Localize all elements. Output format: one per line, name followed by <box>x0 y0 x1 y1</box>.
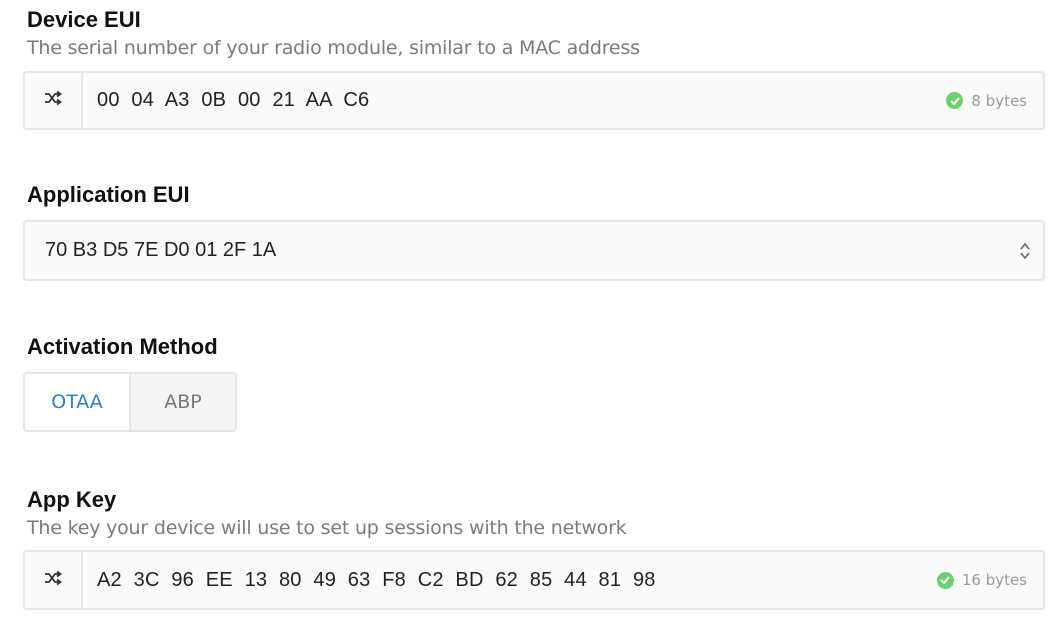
app-key-bytes-text: 16 bytes <box>961 571 1027 589</box>
device-eui-value[interactable]: 00 04 A3 0B 00 21 AA C6 <box>97 73 369 128</box>
chevron-up-down-icon <box>1019 222 1031 279</box>
app-key-description: The key your device will use to set up s… <box>27 517 627 539</box>
device-eui-byte-count: 8 bytes <box>946 73 1027 128</box>
activation-method-label: Activation Method <box>27 334 218 359</box>
device-eui-bytes-text: 8 bytes <box>971 91 1027 110</box>
application-eui-label: Application EUI <box>27 182 190 207</box>
check-circle-icon <box>936 571 954 589</box>
activation-option-otaa[interactable]: OTAA <box>25 374 131 430</box>
application-eui-select[interactable]: 70 B3 D5 7E D0 01 2F 1A <box>23 220 1045 281</box>
app-key-field[interactable]: A2 3C 96 EE 13 80 49 63 F8 C2 BD 62 85 4… <box>23 550 1045 610</box>
device-eui-description: The serial number of your radio module, … <box>27 37 640 59</box>
device-eui-shuffle-button[interactable] <box>25 73 83 128</box>
device-eui-label: Device EUI <box>27 7 141 32</box>
app-key-label: App Key <box>27 487 117 512</box>
shuffle-icon <box>44 570 63 590</box>
check-circle-icon <box>946 92 964 109</box>
app-key-shuffle-button[interactable] <box>25 552 83 608</box>
application-eui-value: 70 B3 D5 7E D0 01 2F 1A <box>45 239 277 261</box>
app-key-byte-count: 16 bytes <box>936 552 1027 608</box>
activation-option-abp[interactable]: ABP <box>131 374 235 430</box>
shuffle-icon <box>44 90 63 110</box>
app-key-value[interactable]: A2 3C 96 EE 13 80 49 63 F8 C2 BD 62 85 4… <box>97 552 656 608</box>
device-eui-field[interactable]: 00 04 A3 0B 00 21 AA C6 8 bytes <box>23 71 1045 130</box>
activation-method-toggle: OTAA ABP <box>23 372 237 432</box>
